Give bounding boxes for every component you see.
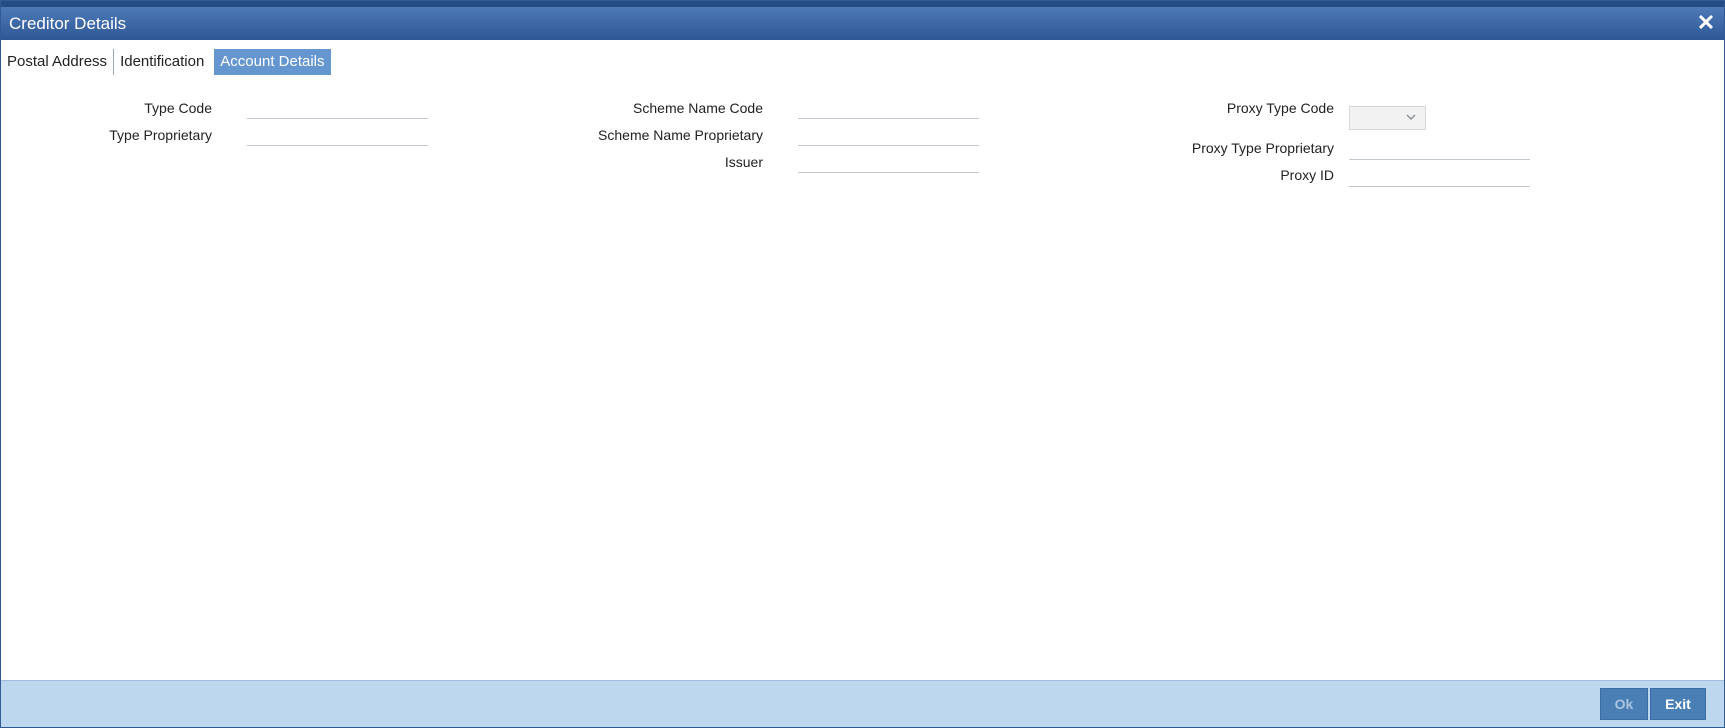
creditor-details-dialog: Creditor Details ✕ Postal Address Identi… xyxy=(0,0,1725,728)
issuer-label: Issuer xyxy=(724,154,763,170)
dialog-footer: Ok Exit xyxy=(1,680,1724,727)
proxy-type-proprietary-label: Proxy Type Proprietary xyxy=(1191,140,1334,156)
type-proprietary-label: Type Proprietary xyxy=(109,127,212,143)
tab-strip: Postal Address Identification Account De… xyxy=(1,49,331,75)
chevron-down-icon xyxy=(1406,114,1416,120)
scheme-name-proprietary-label: Scheme Name Proprietary xyxy=(598,127,763,143)
scheme-name-proprietary-input[interactable] xyxy=(798,123,979,146)
scheme-name-code-input[interactable] xyxy=(798,96,979,119)
title-bar: Creditor Details ✕ xyxy=(1,1,1724,40)
proxy-type-proprietary-input[interactable] xyxy=(1349,137,1530,160)
tab-account-details[interactable]: Account Details xyxy=(214,49,331,75)
proxy-id-input[interactable] xyxy=(1349,164,1530,187)
proxy-type-code-label: Proxy Type Code xyxy=(1226,100,1334,116)
proxy-type-code-select[interactable] xyxy=(1349,106,1426,130)
ok-button[interactable]: Ok xyxy=(1600,688,1648,720)
exit-button[interactable]: Exit xyxy=(1650,688,1706,720)
dialog-title: Creditor Details xyxy=(9,14,127,33)
type-proprietary-input[interactable] xyxy=(247,123,428,146)
close-icon: ✕ xyxy=(1696,10,1716,35)
proxy-id-label: Proxy ID xyxy=(1280,167,1334,183)
tab-identification[interactable]: Identification xyxy=(114,49,210,75)
issuer-input[interactable] xyxy=(798,150,979,173)
tab-postal-address[interactable]: Postal Address xyxy=(1,49,115,75)
scheme-name-code-label: Scheme Name Code xyxy=(633,100,763,116)
close-button[interactable]: ✕ xyxy=(1694,11,1718,35)
type-code-label: Type Code xyxy=(144,100,212,116)
type-code-input[interactable] xyxy=(247,96,428,119)
